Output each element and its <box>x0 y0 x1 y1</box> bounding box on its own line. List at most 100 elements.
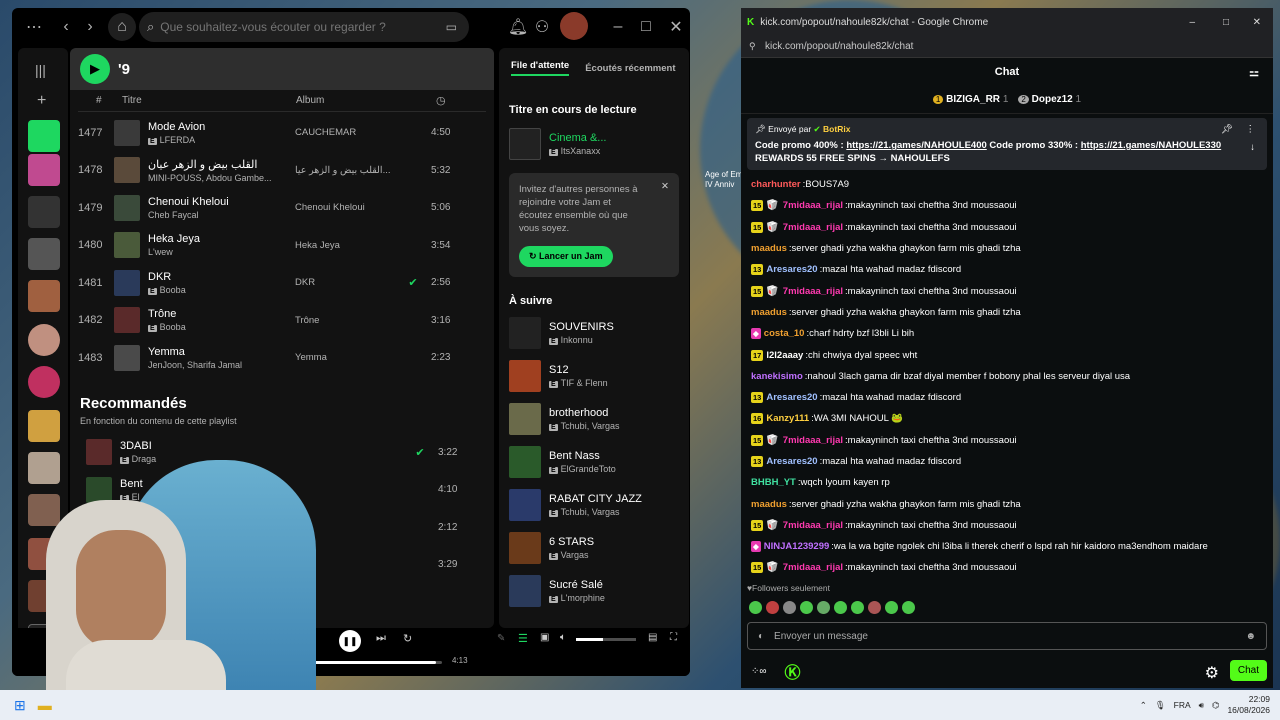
chat-message[interactable]: BHBH_YT: wqch lyoum kayen rp <box>751 472 1263 493</box>
site-info-icon[interactable]: ⚲ <box>749 41 756 52</box>
queue-artist[interactable]: Vargas <box>561 550 589 560</box>
fullscreen-icon[interactable]: ⛶ <box>670 632 677 643</box>
chat-username[interactable]: 7midaaa_rijal <box>783 222 843 233</box>
chat-message[interactable]: maadus: server ghadi yzha wakha ghaykon … <box>751 238 1263 259</box>
language-indicator[interactable]: FRA <box>1174 700 1191 710</box>
friends-icon[interactable]: ⚇ <box>530 17 554 37</box>
library-item[interactable] <box>28 280 60 312</box>
track-artist[interactable]: LFERDA <box>160 135 196 145</box>
queue-title[interactable]: Sucré Salé <box>549 579 605 591</box>
unpin-icon[interactable]: 📌︎ <box>1221 124 1233 135</box>
expand-icon[interactable]: ↓ <box>1250 142 1255 153</box>
track-album[interactable]: القلب بيض و الزهر عيا... <box>295 165 395 176</box>
chat-message[interactable]: 15 🥡 7midaaa_rijal: makayninch taxi chefth… <box>751 430 1263 451</box>
chat-username[interactable]: maadus <box>751 307 787 318</box>
chat-send-button[interactable]: Chat <box>1229 660 1267 681</box>
volume-icon[interactable]: 🔈︎ <box>560 632 566 643</box>
settings-icon[interactable]: ⚙ <box>1205 663 1219 683</box>
lyrics-icon[interactable]: ✎ <box>497 633 505 644</box>
library-icon[interactable]: ||| <box>35 62 46 78</box>
track-row[interactable]: 1483 Yemma JenJoon, Sharifa Jamal Yemma … <box>74 339 494 377</box>
chat-username[interactable]: kanekisimo <box>751 371 803 382</box>
repeat-icon[interactable]: ↻ <box>403 632 412 645</box>
chat-username[interactable]: 7midaaa_rijal <box>783 286 843 297</box>
miniplayer-icon[interactable]: ▤ <box>648 632 657 643</box>
track-title[interactable]: DKR <box>148 271 295 283</box>
track-artist[interactable]: Cheb Faycal <box>148 210 199 220</box>
chat-username[interactable]: Kanzy111 <box>766 413 809 424</box>
chat-message[interactable]: kanekisimo: nahoul 3lach gama dir bzaf d… <box>751 366 1263 387</box>
close-icon[interactable]: ✕ <box>661 181 669 192</box>
search-input[interactable] <box>160 20 401 34</box>
address-bar[interactable]: ⚲ kick.com/popout/nahoule82k/chat <box>741 36 1273 58</box>
chat-username[interactable]: BHBH_YT <box>751 477 796 488</box>
track-row[interactable]: 1482 Trône E Booba Trône 3:16 <box>74 302 494 340</box>
queue-item[interactable]: Sucré Salé E L'morphine <box>499 569 689 612</box>
queue-item[interactable]: Bent Nass E ElGrandeToto <box>499 440 689 483</box>
queue-title[interactable]: SOUVENIRS <box>549 321 614 333</box>
emote[interactable] <box>851 600 864 614</box>
track-album[interactable]: Heka Jeya <box>295 240 395 251</box>
file-explorer-icon[interactable]: ▬ <box>38 697 52 713</box>
minimize-icon[interactable]: – <box>606 18 630 36</box>
leaderboard-icon[interactable]: ⚍ <box>1249 66 1259 79</box>
add-icon[interactable]: + <box>37 92 46 110</box>
maximize-icon[interactable]: □ <box>634 18 658 36</box>
search-box[interactable]: ⌕ ▭ <box>139 12 469 42</box>
library-item[interactable] <box>28 324 60 356</box>
avatar[interactable] <box>560 12 588 40</box>
forward-icon[interactable]: › <box>78 18 102 36</box>
browse-icon[interactable]: ▭ <box>446 20 457 34</box>
chat-username[interactable]: 7midaaa_rijal <box>783 200 843 211</box>
chat-message[interactable]: 15 🥡 7midaaa_rijal: makayninch taxi chefth… <box>751 515 1263 536</box>
track-row[interactable]: 1479 Chenoui Kheloui Cheb Faycal Chenoui… <box>74 189 494 227</box>
queue-item[interactable]: RABAT CITY JAZZ E Tchubi, Vargas <box>499 483 689 526</box>
queue-artist[interactable]: L'morphine <box>561 593 605 603</box>
chat-username[interactable]: maadus <box>751 243 787 254</box>
queue-item[interactable]: brotherhood E Tchubi, Vargas <box>499 397 689 440</box>
queue-artist[interactable]: Tchubi, Vargas <box>561 507 620 517</box>
tab-queue[interactable]: File d'attente <box>511 60 570 76</box>
track-album[interactable]: Yemma <box>295 352 395 363</box>
next-icon[interactable]: ⏭ <box>376 632 386 645</box>
menu-icon[interactable]: ⋮ <box>1246 124 1256 135</box>
desktop-icon-label[interactable]: Age of Em IV Anniv <box>705 170 745 190</box>
pin-link[interactable]: https://21.games/NAHOULE400 <box>846 140 986 151</box>
chat-message[interactable]: ◆ NINJA1239299: wa la wa bgite ngolek chi… <box>751 536 1263 557</box>
mic-icon[interactable]: 🎙︎ <box>1155 700 1166 711</box>
emote[interactable] <box>834 600 847 614</box>
now-playing-artist[interactable]: ItsXanaxx <box>561 146 601 156</box>
volume-icon[interactable]: 🔊︎ <box>1199 700 1204 711</box>
chat-message[interactable]: 15 🥡 7midaaa_rijal: makayninch taxi chefth… <box>751 195 1263 216</box>
emote[interactable] <box>766 600 779 614</box>
chat-message[interactable]: 15 🥡 7midaaa_rijal: makayninch taxi chefth… <box>751 280 1263 301</box>
emote-icon[interactable]: ◐ <box>758 631 764 642</box>
track-album[interactable]: Trône <box>295 315 395 326</box>
queue-title[interactable]: brotherhood <box>549 407 620 419</box>
chat-message[interactable]: 13 Aresares20: mazal hta wahad madaz fdis… <box>751 259 1263 280</box>
minimize-icon[interactable]: – <box>1189 17 1195 28</box>
track-artist[interactable]: MINI-POUSS, Abdou Gambe... <box>148 173 272 183</box>
chat-message[interactable]: 17 l2l2aaay: chi chwiya dyal speec wht <box>751 344 1263 365</box>
library-item[interactable] <box>28 154 60 186</box>
queue-artist[interactable]: TIF & Flenn <box>561 378 608 388</box>
emote[interactable] <box>885 600 898 614</box>
bell-icon[interactable]: 🔔︎ <box>506 17 530 37</box>
pause-button[interactable]: ❚❚ <box>339 630 361 652</box>
chat-username[interactable]: 7midaaa_rijal <box>783 520 843 531</box>
track-title[interactable]: Chenoui Kheloui <box>148 196 295 208</box>
queue-title[interactable]: 6 STARS <box>549 536 594 548</box>
track-row[interactable]: 1481 DKR E Booba DKR ✔ 2:56 <box>74 264 494 302</box>
points-icon[interactable]: ⁘∞ <box>751 666 767 677</box>
emote[interactable] <box>817 600 830 614</box>
queue-title[interactable]: RABAT CITY JAZZ <box>549 493 642 505</box>
chat-message[interactable]: maadus: server ghadi yzha wakha ghaykon … <box>751 493 1263 514</box>
chat-message[interactable]: 15 🥡 7midaaa_rijal: makayninch taxi chefth… <box>751 557 1263 578</box>
track-row[interactable]: 1480 Heka Jeya L'wew Heka Jeya 3:54 <box>74 227 494 265</box>
tab-recent[interactable]: Écoutés récemment <box>585 63 675 74</box>
track-artist[interactable]: JenJoon, Sharifa Jamal <box>148 360 242 370</box>
col-title[interactable]: Titre <box>114 95 296 106</box>
chat-username[interactable]: costa_10 <box>764 328 805 339</box>
close-icon[interactable]: ✕ <box>664 17 688 37</box>
chat-message[interactable]: 13 Aresares20: mazal hta wahad madaz fdis… <box>751 387 1263 408</box>
